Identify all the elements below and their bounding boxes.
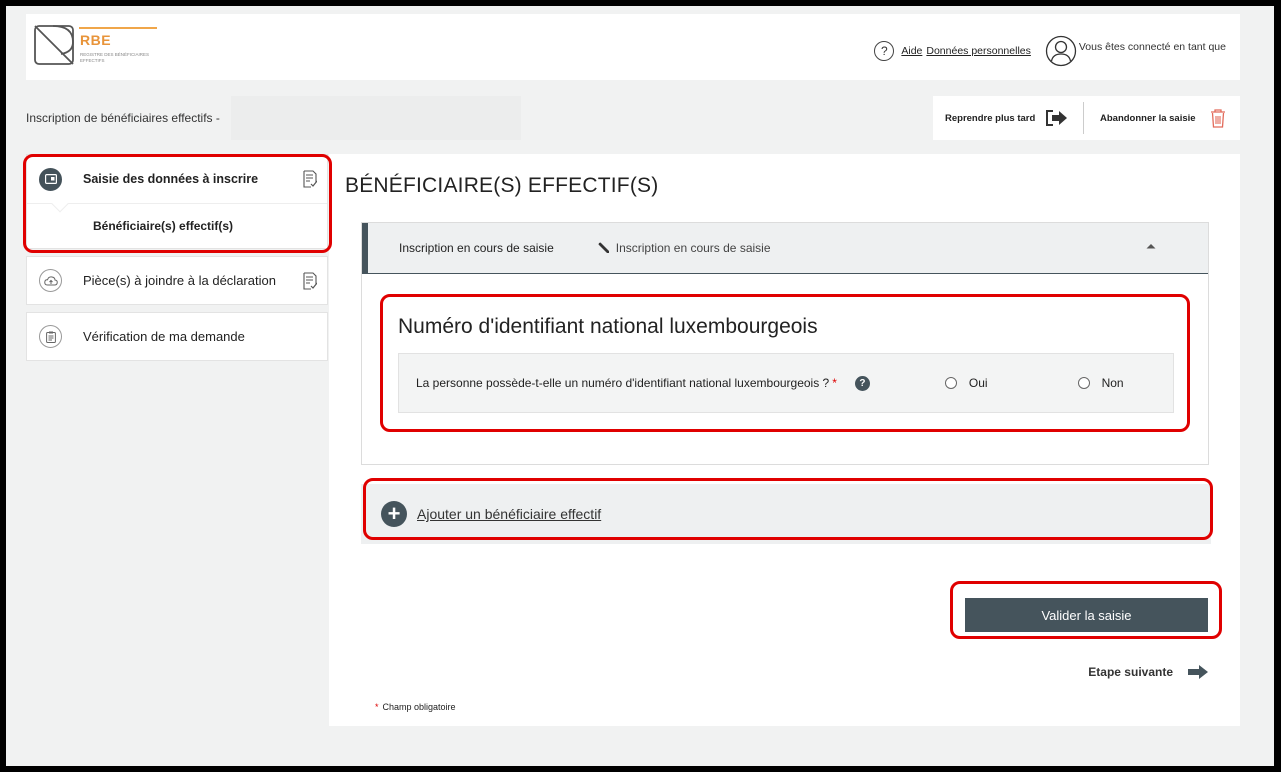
radio-label: Oui xyxy=(968,376,988,390)
main-content: BÉNÉFICIAIRE(S) EFFECTIF(S) Inscription … xyxy=(329,154,1240,726)
question-help-icon[interactable]: ? xyxy=(854,375,870,391)
arrow-right-icon xyxy=(1188,665,1208,679)
clipboard-icon xyxy=(39,325,62,348)
help-link[interactable]: Aide xyxy=(901,45,922,57)
trash-icon xyxy=(1210,109,1225,128)
abandon-label: Abandonner la saisie xyxy=(1100,112,1196,124)
sidebar-group-data-entry: Saisie des données à inscrire Bénéficiai… xyxy=(26,154,328,249)
id-question-label: La personne possède-t-elle un numéro d'i… xyxy=(416,376,830,390)
radio-label: Non xyxy=(1101,376,1124,390)
abandon-button[interactable]: Abandonner la saisie xyxy=(1084,108,1226,128)
browser-frame: RBE Registre des bénéficiaires effectifs… xyxy=(6,6,1274,766)
document-check-icon xyxy=(303,170,317,188)
privacy-link[interactable]: Données personnelles xyxy=(926,45,1031,57)
logo-accent-bar xyxy=(79,27,157,29)
mandatory-note: * Champ obligatoire xyxy=(375,702,456,712)
user-icon[interactable] xyxy=(1045,35,1077,67)
page-title: BÉNÉFICIAIRE(S) EFFECTIF(S) xyxy=(345,174,659,197)
section-header-label: Inscription en cours de saisie xyxy=(399,241,554,255)
logged-in-text: Vous êtes connecté en tant que xyxy=(1078,41,1226,53)
section-status-text: Inscription en cours de saisie xyxy=(615,241,771,255)
id-section-title: Numéro d'identifiant national luxembourg… xyxy=(398,315,818,338)
sidebar-item-label: Saisie des données à inscrire xyxy=(83,172,259,186)
form-actions: Reprendre plus tard Abandonner la saisie xyxy=(933,96,1240,140)
radio-non[interactable]: Non xyxy=(1077,376,1124,390)
logo-full-name: Registre des bénéficiaires effectifs xyxy=(80,52,150,63)
resume-later-label: Reprendre plus tard xyxy=(945,112,1036,124)
id-question-row: La personne possède-t-elle un numéro d'i… xyxy=(398,353,1174,413)
logo-abbr: RBE xyxy=(80,32,112,48)
sidebar-item-verification[interactable]: Vérification de ma demande xyxy=(26,312,328,361)
entity-name-placeholder xyxy=(231,96,521,140)
next-step-link[interactable]: Etape suivante xyxy=(1088,664,1209,680)
section-status: Inscription en cours de saisie xyxy=(598,241,771,255)
beneficiary-section: Inscription en cours de saisie Inscripti… xyxy=(361,222,1209,465)
steps-sidebar: Saisie des données à inscrire Bénéficiai… xyxy=(26,154,328,368)
form-subtitle: Inscription de bénéficiaires effectifs - xyxy=(26,111,220,125)
form-icon xyxy=(39,167,62,191)
plus-icon[interactable]: + xyxy=(381,501,407,527)
section-header[interactable]: Inscription en cours de saisie Inscripti… xyxy=(362,223,1208,274)
header-right: ? Aide Données personnelles Vous êtes co… xyxy=(874,24,1226,70)
sidebar-item-label: Vérification de ma demande xyxy=(83,329,245,344)
resume-later-button[interactable]: Reprendre plus tard xyxy=(933,102,1084,134)
radio-oui[interactable]: Oui xyxy=(944,376,988,390)
caret-up-icon[interactable] xyxy=(1146,243,1156,249)
document-check-icon xyxy=(303,271,317,290)
rbe-logo[interactable]: RBE Registre des bénéficiaires effectifs xyxy=(33,22,183,72)
cloud-upload-icon xyxy=(39,269,62,292)
exit-arrow-icon xyxy=(1046,110,1068,126)
sidebar-item-data-entry[interactable]: Saisie des données à inscrire xyxy=(27,155,327,213)
mandatory-note-text: Champ obligatoire xyxy=(382,702,456,712)
pencil-icon xyxy=(598,242,609,253)
required-mark: * xyxy=(832,376,837,390)
help-icon[interactable]: ? xyxy=(874,41,895,61)
logo-mark-icon xyxy=(34,25,74,65)
radio-circle[interactable] xyxy=(1077,377,1090,389)
sidebar-subitem-beneficiaries[interactable]: Bénéficiaire(s) effectif(s) xyxy=(27,204,327,248)
required-mark: * xyxy=(375,702,379,712)
site-header: RBE Registre des bénéficiaires effectifs… xyxy=(26,14,1240,80)
sidebar-item-label: Pièce(s) à joindre à la déclaration xyxy=(83,273,276,288)
radio-circle[interactable] xyxy=(944,377,957,389)
add-beneficiary-link[interactable]: Ajouter un bénéficiaire effectif xyxy=(417,506,601,522)
next-step-label: Etape suivante xyxy=(1088,665,1173,679)
add-beneficiary-row[interactable]: + Ajouter un bénéficiaire effectif xyxy=(361,484,1211,544)
validate-button[interactable]: Valider la saisie xyxy=(965,598,1208,632)
sidebar-item-attachments[interactable]: Pièce(s) à joindre à la déclaration xyxy=(26,256,328,305)
